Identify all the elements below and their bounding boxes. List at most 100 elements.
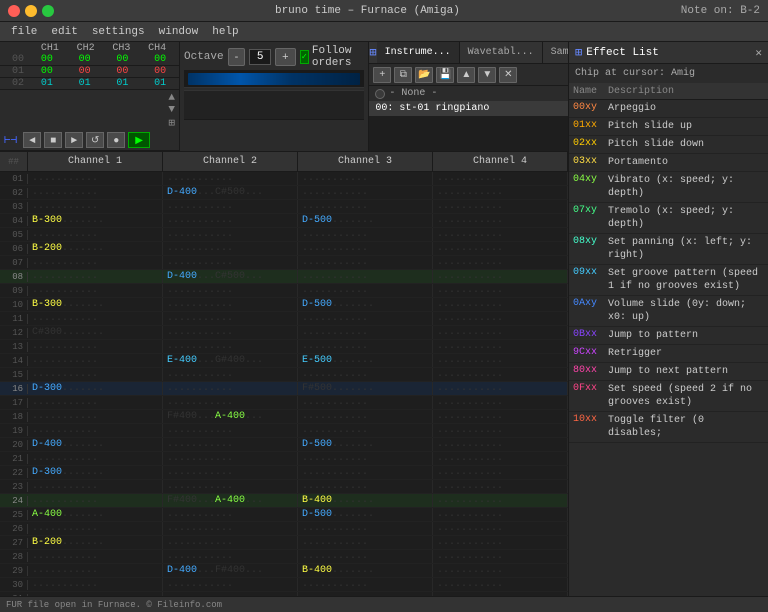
pattern-cell[interactable]: ...........	[163, 228, 298, 241]
pattern-cell[interactable]: ...........	[28, 424, 163, 437]
pattern-cell[interactable]: ...........	[298, 312, 433, 325]
pattern-cell[interactable]: ...........	[298, 410, 433, 423]
pattern-cell[interactable]: ...........	[433, 508, 568, 521]
table-row[interactable]: 01......................................…	[0, 172, 568, 186]
pattern-cell[interactable]: ...........	[163, 536, 298, 549]
table-row[interactable]: 24...........F#400...A-400...B-400......…	[0, 494, 568, 508]
list-item[interactable]: 02xxPitch slide down	[569, 136, 768, 154]
pattern-cell[interactable]: B-400.......	[298, 564, 433, 577]
list-item[interactable]: 0AxyVolume slide (0y: down; x0: up)	[569, 296, 768, 327]
pattern-cell[interactable]: ...........	[28, 186, 163, 199]
close-button[interactable]	[8, 5, 20, 17]
pattern-cell[interactable]: ...........	[163, 466, 298, 479]
pattern-cell[interactable]: ...........	[28, 480, 163, 493]
pattern-cell[interactable]: ...........	[163, 480, 298, 493]
table-row[interactable]: 16D-300..................F#500..........…	[0, 382, 568, 396]
pattern-cell[interactable]: ...........	[298, 424, 433, 437]
pattern-cell[interactable]: B-400.......	[298, 494, 433, 507]
pattern-cell[interactable]: ...........	[163, 396, 298, 409]
pattern-cell[interactable]: D-500.......	[298, 438, 433, 451]
table-row[interactable]: 11......................................…	[0, 312, 568, 326]
nav-prev-btn[interactable]: ◄	[23, 132, 41, 148]
pattern-cell[interactable]: ...........	[163, 578, 298, 591]
pattern-cell[interactable]: B-300.......	[28, 298, 163, 311]
table-row[interactable]: 09......................................…	[0, 284, 568, 298]
table-row[interactable]: 04B-300..................D-500..........…	[0, 214, 568, 228]
pattern-cell[interactable]: ...........	[298, 186, 433, 199]
pattern-cell[interactable]: B-200.......	[28, 536, 163, 549]
pattern-cell[interactable]: ...........	[28, 284, 163, 297]
expand-down-icon[interactable]: ▼	[168, 104, 175, 116]
pattern-cell[interactable]: ...........	[298, 340, 433, 353]
table-row[interactable]: 03......................................…	[0, 200, 568, 214]
pattern-cell[interactable]: ...........	[28, 228, 163, 241]
pattern-cell[interactable]: ...........	[433, 214, 568, 227]
tab-samples[interactable]: Samples	[543, 42, 568, 63]
pattern-cell[interactable]: ...........	[298, 326, 433, 339]
pattern-cell[interactable]: D-400...F#400...	[163, 564, 298, 577]
pattern-cell[interactable]: ...........	[28, 354, 163, 367]
pattern-cell[interactable]: D-500.......	[298, 298, 433, 311]
octave-minus-btn[interactable]: -	[228, 48, 246, 66]
pattern-cell[interactable]: ...........	[28, 494, 163, 507]
follow-orders-checkbox[interactable]: ✓	[300, 50, 309, 64]
move-up-btn[interactable]: ▲	[457, 67, 475, 83]
table-row[interactable]: 06B-200.................................…	[0, 242, 568, 256]
pattern-cell[interactable]: ...........	[298, 578, 433, 591]
pattern-cell[interactable]: ...........	[298, 522, 433, 535]
pattern-cell[interactable]: ...........	[298, 228, 433, 241]
pattern-cell[interactable]: ...........	[163, 326, 298, 339]
pattern-cell[interactable]: ...........	[28, 522, 163, 535]
nav-play-btn[interactable]: ►	[65, 132, 83, 148]
pattern-cell[interactable]: ...........	[298, 480, 433, 493]
pattern-cell[interactable]: F#500.......	[298, 382, 433, 395]
pattern-cell[interactable]: ...........	[28, 564, 163, 577]
pattern-cell[interactable]: D-500.......	[298, 214, 433, 227]
pattern-cell[interactable]: ...........	[433, 242, 568, 255]
table-row[interactable]: 21......................................…	[0, 452, 568, 466]
maximize-button[interactable]	[42, 5, 54, 17]
table-row[interactable]: 10B-300..................D-500..........…	[0, 298, 568, 312]
pattern-cell[interactable]: ...........	[433, 228, 568, 241]
pattern-cell[interactable]: ...........	[163, 312, 298, 325]
table-row[interactable]: 20D-400..................D-500..........…	[0, 438, 568, 452]
pattern-cell[interactable]: ...........	[298, 368, 433, 381]
list-item[interactable]: 9CxxRetrigger	[569, 345, 768, 363]
pattern-cell[interactable]: ...........	[433, 312, 568, 325]
pattern-cell[interactable]: ...........	[28, 172, 163, 185]
menu-help[interactable]: help	[206, 24, 244, 40]
pattern-cell[interactable]: ...........	[28, 578, 163, 591]
pattern-rows[interactable]: 01......................................…	[0, 172, 568, 596]
pattern-cell[interactable]: ...........	[433, 172, 568, 185]
pattern-cell[interactable]: ...........	[433, 466, 568, 479]
pattern-cell[interactable]: ...........	[163, 424, 298, 437]
pattern-cell[interactable]: ...........	[433, 564, 568, 577]
filter-icon[interactable]: ⊞	[369, 45, 376, 60]
pattern-cell[interactable]: D-300.......	[28, 466, 163, 479]
pattern-cell[interactable]: D-500.......	[298, 508, 433, 521]
save-instrument-btn[interactable]: 💾	[436, 67, 454, 83]
delete-instrument-btn[interactable]: ✕	[499, 67, 517, 83]
list-item[interactable]: 08xySet panning (x: left; y: right)	[569, 234, 768, 265]
pattern-cell[interactable]: ...........	[433, 256, 568, 269]
table-row[interactable]: 12C#300.................................…	[0, 326, 568, 340]
pattern-cell[interactable]: ...........	[163, 522, 298, 535]
pattern-cell[interactable]: ...........	[28, 256, 163, 269]
table-row[interactable]: 02...........D-400...C#500..............…	[0, 186, 568, 200]
pattern-cell[interactable]: ...........	[298, 452, 433, 465]
pattern-cell[interactable]: D-400...C#500...	[163, 186, 298, 199]
list-item[interactable]: 00xyArpeggio	[569, 100, 768, 118]
pattern-cell[interactable]: ...........	[163, 452, 298, 465]
pattern-cell[interactable]: ...........	[163, 242, 298, 255]
pattern-cell[interactable]: ...........	[163, 340, 298, 353]
table-row[interactable]: 30......................................…	[0, 578, 568, 592]
pattern-cell[interactable]: ...........	[433, 354, 568, 367]
table-row[interactable]: 27B-200.................................…	[0, 536, 568, 550]
pattern-cell[interactable]: F#400...A-400...	[163, 494, 298, 507]
nav-rec-btn[interactable]: ●	[107, 132, 125, 148]
table-row[interactable]: 18...........F#400...A-400..............…	[0, 410, 568, 424]
table-row[interactable]: 17......................................…	[0, 396, 568, 410]
list-item[interactable]: 80xxJump to next pattern	[569, 363, 768, 381]
pattern-cell[interactable]: ...........	[433, 396, 568, 409]
pattern-cell[interactable]: ...........	[433, 340, 568, 353]
